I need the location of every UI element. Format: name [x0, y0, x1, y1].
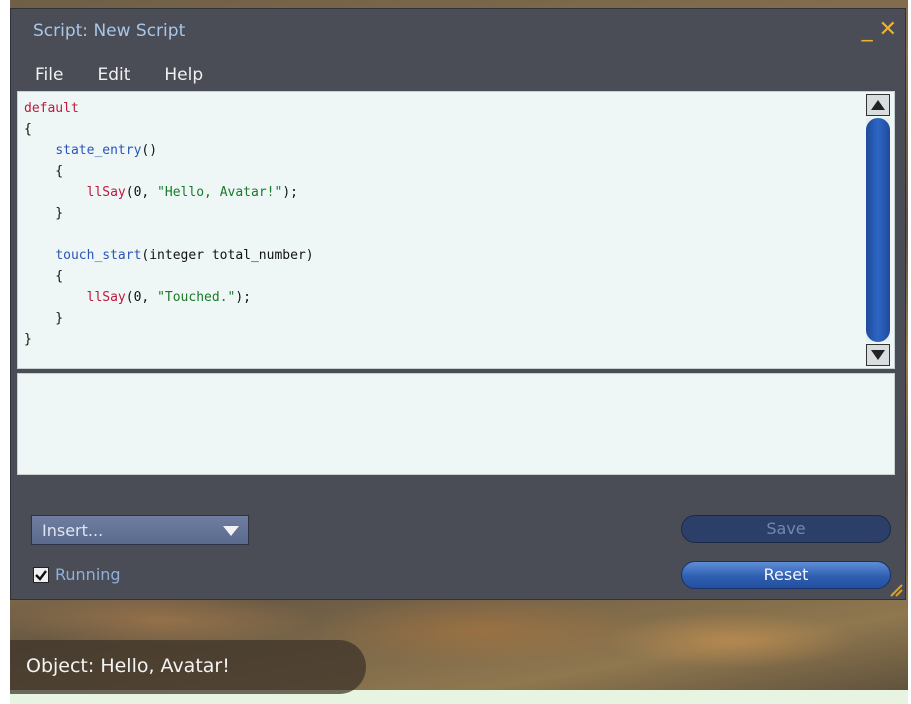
- save-button[interactable]: Save: [681, 515, 891, 543]
- code-token: {: [24, 269, 64, 284]
- code-token: {: [24, 164, 64, 179]
- code-token: default: [24, 101, 79, 116]
- running-checkbox[interactable]: [33, 566, 49, 583]
- running-label: Running: [55, 565, 121, 584]
- code-line: touch_start(integer total_number): [24, 245, 858, 266]
- code-line: {: [24, 119, 858, 140]
- chevron-down-icon: [223, 526, 239, 536]
- title-bar[interactable]: Script: New Script _ ✕: [11, 9, 905, 55]
- code-text[interactable]: default{ state_entry() { llSay(0, "Hello…: [24, 98, 858, 362]
- scroll-down-button[interactable]: [866, 344, 890, 366]
- code-editor[interactable]: default{ state_entry() { llSay(0, "Hello…: [17, 91, 895, 369]
- code-token: (0,: [125, 185, 158, 200]
- code-line: }: [24, 203, 858, 224]
- minimize-button[interactable]: _: [862, 19, 873, 41]
- reset-button[interactable]: Reset: [681, 561, 891, 589]
- editor-scrollbar[interactable]: [864, 94, 892, 366]
- scroll-up-button[interactable]: [866, 94, 890, 116]
- insert-dropdown-label: Insert...: [42, 521, 104, 540]
- window-controls: _ ✕: [862, 19, 897, 41]
- chat-message: Object: Hello, Avatar!: [26, 655, 230, 677]
- menu-help[interactable]: Help: [164, 65, 203, 85]
- code-token: );: [235, 290, 252, 305]
- insert-dropdown[interactable]: Insert...: [31, 515, 249, 545]
- code-line: }: [24, 308, 858, 329]
- menu-file[interactable]: File: [35, 65, 63, 85]
- code-token: (integer total_number): [141, 248, 314, 263]
- code-line: state_entry(): [24, 140, 858, 161]
- menu-edit[interactable]: Edit: [97, 65, 130, 85]
- code-token: {: [24, 122, 32, 137]
- close-button[interactable]: ✕: [879, 19, 897, 41]
- arrow-up-icon: [871, 100, 885, 110]
- code-token: }: [24, 332, 32, 347]
- scroll-thumb[interactable]: [866, 118, 890, 342]
- code-token: llSay: [86, 290, 126, 305]
- compile-output-pane[interactable]: [17, 373, 895, 475]
- chat-message-bar: Object: Hello, Avatar!: [10, 640, 366, 694]
- code-token: }: [24, 311, 64, 326]
- menu-bar: File Edit Help: [35, 65, 203, 85]
- scroll-track[interactable]: [866, 118, 890, 342]
- code-token: state_entry: [55, 143, 142, 158]
- code-line: llSay(0, "Touched.");: [24, 287, 858, 308]
- checkmark-icon: [35, 569, 47, 581]
- script-editor-window: Script: New Script _ ✕ File Edit Help de…: [10, 8, 906, 600]
- code-token: touch_start: [55, 248, 142, 263]
- arrow-down-icon: [871, 350, 885, 360]
- code-token: );: [282, 185, 298, 200]
- code-token: (): [141, 143, 158, 158]
- code-line: {: [24, 266, 858, 287]
- code-line: llSay(0, "Hello, Avatar!");: [24, 182, 858, 203]
- code-token: llSay: [86, 185, 126, 200]
- code-token: }: [24, 206, 64, 221]
- code-line: default: [24, 98, 858, 119]
- code-token: "Touched.": [157, 290, 236, 305]
- code-line: }: [24, 329, 858, 350]
- running-toggle[interactable]: Running: [33, 565, 121, 584]
- code-token: "Hello, Avatar!": [157, 185, 283, 200]
- code-line: {: [24, 161, 858, 182]
- code-token: (0,: [125, 290, 158, 305]
- resize-grip-icon[interactable]: [887, 581, 903, 597]
- window-title: Script: New Script: [33, 21, 186, 41]
